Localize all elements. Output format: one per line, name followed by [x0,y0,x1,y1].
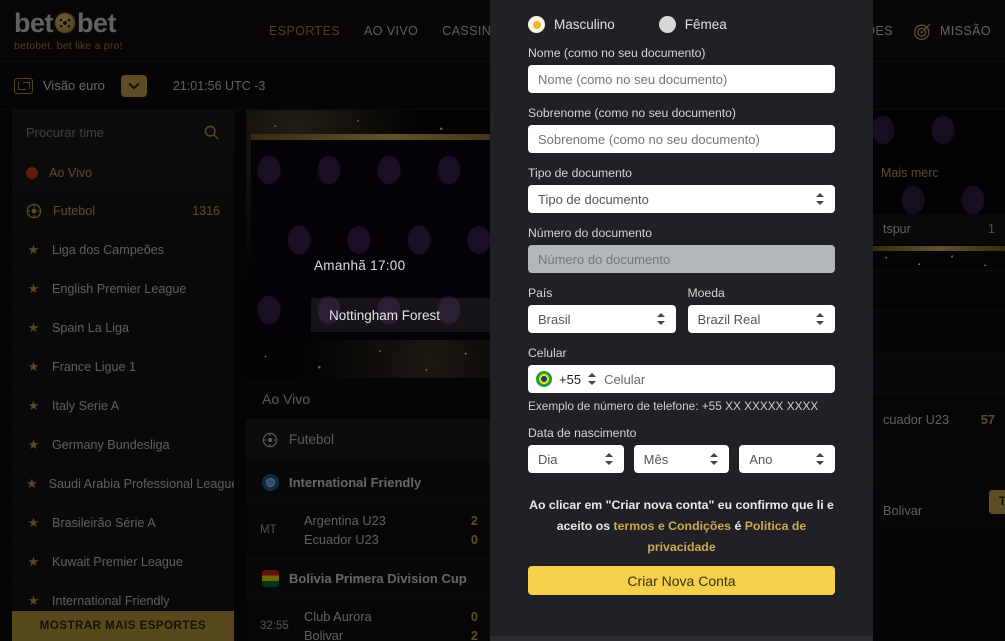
document-type-value: Tipo de documento [538,191,649,207]
banner-team-name: Nottingham Forest [329,307,441,323]
birth-year-select[interactable]: Ano [739,445,836,473]
chevron-updown-icon[interactable] [588,372,597,386]
phone-country-code: +55 [559,371,582,387]
terms-line-2: aceito os termos e Condições é Politica … [528,516,835,558]
currency-value: Brazil Real [697,311,761,327]
label-numero-documento: Número do documento [528,226,652,240]
radio-icon-checked[interactable] [528,16,545,33]
day-group: Dia [528,445,624,473]
gender-label-masculino: Masculino [554,17,615,32]
radio-icon-unchecked[interactable] [658,16,676,33]
birthdate-row: Dia Mês Ano [528,445,836,473]
registration-modal: Masculino Fêmea Nome (como no seu docume… [490,0,873,641]
chevron-updown-icon [816,312,825,326]
label-moeda: Moeda [687,286,725,300]
document-type-select[interactable]: Tipo de documento [528,185,835,213]
gender-option-masculino[interactable]: Masculino [528,16,615,33]
birth-day-select[interactable]: Dia [528,445,624,473]
phone-hint: Exemplo de número de telefone: +55 XX XX… [528,399,819,413]
banner-match-time: Amanhã 17:00 [314,258,406,273]
year-group: Ano [739,445,836,473]
country-value: Brasil [538,311,571,327]
country-currency-row: País Brasil Moeda Brazil Real [528,273,835,333]
brazil-flag-icon [536,371,552,387]
create-account-button[interactable]: Criar Nova Conta [528,566,835,595]
label-pais: País [528,286,553,300]
modal-bottom-edge [490,636,873,641]
last-name-input[interactable] [528,125,835,153]
banner-team-row: Nottingham Forest [311,298,490,332]
first-name-input[interactable] [528,65,835,93]
birth-month-select[interactable]: Mês [633,445,730,473]
gender-selector: Masculino Fêmea [528,0,835,33]
gender-label-femea: Fêmea [684,17,727,32]
document-number-input [528,245,835,273]
gender-option-femea[interactable]: Fêmea [658,16,727,33]
label-data-nascimento: Data de nascimento [528,426,637,440]
currency-group: Moeda Brazil Real [687,273,835,333]
label-celular: Celular [528,346,567,360]
terms-prefix: aceito os [556,519,614,533]
chevron-updown-icon [656,312,666,326]
birth-month-value: Mês [643,451,669,467]
currency-select[interactable]: Brazil Real [687,305,835,333]
chevron-updown-icon [816,452,825,466]
chevron-updown-icon [710,452,719,466]
terms-text: Ao clicar em "Criar nova conta" eu confi… [528,495,835,595]
chevron-updown-icon [604,452,614,466]
label-tipo-documento: Tipo de documento [528,166,632,180]
terms-mid: é [731,519,745,533]
month-group: Mês [633,445,730,473]
country-select[interactable]: Brasil [528,305,676,333]
label-nome: Nome (como no seu documento) [528,46,706,60]
phone-input-group[interactable]: +55 Celular [528,365,835,393]
phone-placeholder: Celular [604,371,646,387]
terms-and-conditions-link[interactable]: termos e Condições [613,519,731,533]
birth-year-value: Ano [749,451,773,467]
terms-line-1: Ao clicar em "Criar nova conta" eu confi… [529,498,834,512]
country-group: País Brasil [528,273,676,333]
chevron-updown-icon [816,192,825,206]
birth-day-value: Dia [538,451,558,467]
label-sobrenome: Sobrenome (como no seu documento) [528,106,736,120]
page-root: bet bet betobet. bet like a pro! ESPORTE… [0,0,1005,641]
